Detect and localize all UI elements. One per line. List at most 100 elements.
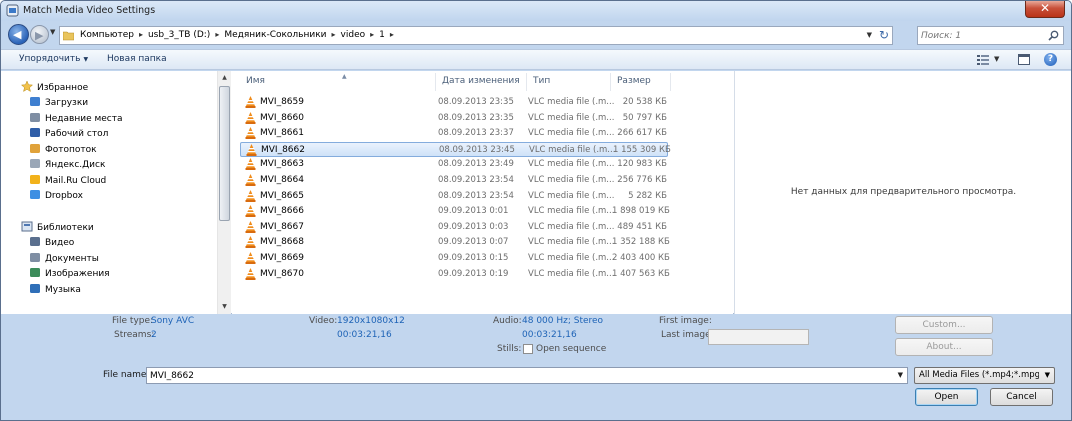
search-input[interactable] bbox=[921, 29, 1041, 42]
column-header-type[interactable]: Тип bbox=[527, 73, 611, 91]
nav-favorites-header[interactable]: Избранное bbox=[21, 81, 88, 95]
search-box[interactable] bbox=[917, 26, 1064, 45]
view-options-icon[interactable] bbox=[977, 54, 989, 65]
breadcrumb-item[interactable]: video bbox=[341, 30, 366, 40]
file-row[interactable]: MVI_8659 08.09.2013 23:35 VLC media file (… bbox=[240, 95, 668, 110]
organize-button[interactable]: Упорядочить ▼ bbox=[19, 54, 88, 64]
nav-favorite-item[interactable]: Рабочий стол bbox=[29, 127, 108, 141]
file-name-field[interactable]: ▼ bbox=[146, 367, 908, 384]
nav-favorite-label: Mail.Ru Cloud bbox=[45, 175, 107, 186]
nav-favorite-item[interactable]: Загрузки bbox=[29, 96, 88, 110]
file-date: 08.09.2013 23:54 bbox=[438, 190, 514, 201]
dialog-window: Match Media Video Settings ✕ ◀ ▶ ▼ Компь… bbox=[0, 0, 1072, 421]
vlc-file-icon bbox=[245, 174, 256, 186]
file-type-filter[interactable]: All Media Files (*.mp4;*.mpg;*.j ▼ bbox=[914, 367, 1055, 384]
file-row[interactable]: MVI_8668 09.09.2013 0:07 VLC media file (.… bbox=[240, 235, 670, 250]
scroll-down-icon[interactable]: ▼ bbox=[218, 300, 231, 314]
file-type: VLC media file (.m... bbox=[528, 112, 615, 123]
open-sequence-label[interactable]: Open sequence bbox=[536, 344, 606, 354]
file-row[interactable]: MVI_8667 09.09.2013 0:03 VLC media file (.… bbox=[240, 220, 668, 235]
library-icon bbox=[21, 221, 33, 232]
file-size: 120 983 КБ bbox=[617, 159, 667, 170]
file-row[interactable]: MVI_8662 08.09.2013 23:45 VLC media file (… bbox=[240, 141, 671, 157]
file-name-input[interactable] bbox=[150, 369, 850, 382]
file-name-dropdown-icon[interactable]: ▼ bbox=[898, 371, 903, 379]
cancel-button[interactable]: Cancel bbox=[990, 388, 1053, 406]
breadcrumb-separator-icon[interactable]: ▸ bbox=[390, 30, 394, 39]
file-type: VLC media file (.m... bbox=[528, 253, 615, 263]
file-row[interactable]: MVI_8664 08.09.2013 23:54 VLC media file (… bbox=[240, 173, 668, 188]
audio-value: 48 000 Hz; Stereo bbox=[522, 316, 604, 326]
nav-favorite-item[interactable]: Dropbox bbox=[29, 189, 83, 203]
file-row[interactable]: MVI_8670 09.09.2013 0:19 VLC media file (.… bbox=[240, 267, 670, 282]
file-type: VLC media file (.m... bbox=[528, 128, 615, 139]
breadcrumb-separator-icon[interactable]: ▸ bbox=[370, 30, 374, 39]
nav-favorite-label: Загрузки bbox=[45, 98, 89, 108]
file-row[interactable]: MVI_8660 08.09.2013 23:35 VLC media file (… bbox=[240, 111, 668, 126]
file-name: MVI_8670 bbox=[260, 268, 304, 279]
dropbox-icon bbox=[30, 190, 40, 199]
preview-pane-icon[interactable] bbox=[1018, 54, 1030, 65]
column-header-name[interactable]: Имя ▲ bbox=[240, 73, 436, 91]
photostream-icon bbox=[30, 143, 40, 153]
filter-value: All Media Files (*.mp4;*.mpg;*.j bbox=[919, 370, 1039, 380]
column-header-date[interactable]: Дата изменения bbox=[436, 73, 527, 91]
last-image-label: Last image: bbox=[661, 330, 714, 340]
vlc-file-icon bbox=[245, 96, 256, 108]
breadcrumb-separator-icon[interactable]: ▸ bbox=[332, 30, 336, 39]
nav-library-item[interactable]: Документы bbox=[29, 252, 99, 266]
close-button[interactable]: ✕ bbox=[1025, 1, 1065, 18]
nav-library-item[interactable]: Видео bbox=[29, 236, 74, 250]
open-sequence-checkbox[interactable] bbox=[523, 344, 533, 354]
refresh-icon[interactable]: ↻ bbox=[879, 28, 889, 42]
about-button[interactable]: About... bbox=[895, 338, 993, 356]
scroll-thumb[interactable] bbox=[219, 86, 230, 221]
breadcrumb-separator-icon[interactable]: ▸ bbox=[139, 30, 143, 39]
documents-library-icon bbox=[30, 252, 40, 262]
back-button[interactable]: ◀ bbox=[8, 24, 29, 45]
file-row[interactable]: MVI_8665 08.09.2013 23:54 VLC media file (… bbox=[240, 189, 668, 204]
recent-pages-dropdown[interactable]: ▼ bbox=[50, 28, 58, 40]
nav-library-item[interactable]: Изображения bbox=[29, 267, 110, 281]
custom-button[interactable]: Custom... bbox=[895, 316, 993, 334]
breadcrumb-item[interactable]: 1 bbox=[379, 30, 385, 40]
file-size: 1 155 309 КБ bbox=[613, 144, 671, 155]
column-header-size[interactable]: Размер bbox=[611, 73, 671, 91]
nav-favorite-item[interactable]: Фотопоток bbox=[29, 143, 97, 157]
file-size: 489 451 КБ bbox=[617, 221, 667, 232]
file-size: 20 538 КБ bbox=[622, 97, 667, 107]
file-row[interactable]: MVI_8663 08.09.2013 23:49 VLC media file (… bbox=[240, 157, 668, 172]
breadcrumb-item[interactable]: Компьютер bbox=[80, 30, 134, 40]
download-icon bbox=[30, 97, 40, 106]
search-icon[interactable] bbox=[1048, 30, 1059, 41]
nav-libraries-header[interactable]: Библиотеки bbox=[21, 221, 94, 235]
breadcrumb-item[interactable]: usb_3_TB (D:) bbox=[148, 30, 210, 40]
file-type: VLC media file (.m... bbox=[528, 268, 615, 279]
vlc-file-icon bbox=[245, 220, 256, 233]
file-name: MVI_8667 bbox=[260, 221, 304, 232]
forward-button[interactable]: ▶ bbox=[30, 25, 49, 44]
breadcrumb-item[interactable]: Медяник-Сокольники bbox=[224, 30, 326, 40]
breadcrumb-separator-icon[interactable]: ▸ bbox=[215, 30, 219, 39]
file-name: MVI_8664 bbox=[260, 175, 304, 185]
file-row[interactable]: MVI_8669 09.09.2013 0:15 VLC media file (.… bbox=[240, 251, 670, 266]
address-bar[interactable]: Компьютер ▸ usb_3_TB (D:) ▸ Медяник-Сокольни… bbox=[59, 26, 893, 45]
help-icon[interactable]: ? bbox=[1044, 53, 1057, 66]
nav-library-item[interactable]: Музыка bbox=[29, 283, 81, 297]
scroll-up-icon[interactable]: ▲ bbox=[218, 71, 231, 85]
nav-favorite-item[interactable]: Mail.Ru Cloud bbox=[29, 174, 106, 188]
nav-scrollbar[interactable]: ▲ ▼ bbox=[217, 71, 231, 314]
file-row[interactable]: MVI_8666 09.09.2013 0:01 VLC media file (.… bbox=[240, 204, 670, 219]
file-row[interactable]: MVI_8661 08.09.2013 23:37 VLC media file (… bbox=[240, 126, 668, 141]
nav-favorite-item[interactable]: Недавние места bbox=[29, 112, 123, 126]
address-dropdown-icon[interactable]: ▼ bbox=[867, 31, 872, 39]
file-name: MVI_8663 bbox=[260, 159, 304, 170]
nav-favorite-item[interactable]: Яндекс.Диск bbox=[29, 158, 105, 172]
new-folder-button[interactable]: Новая папка bbox=[107, 54, 167, 64]
view-dropdown-icon[interactable]: ▼ bbox=[994, 55, 999, 63]
file-date: 08.09.2013 23:35 bbox=[438, 97, 514, 107]
open-button[interactable]: Open bbox=[915, 388, 978, 406]
vlc-file-icon bbox=[246, 143, 257, 156]
folder-icon bbox=[63, 31, 74, 41]
file-type-value: Sony AVC bbox=[151, 316, 195, 326]
